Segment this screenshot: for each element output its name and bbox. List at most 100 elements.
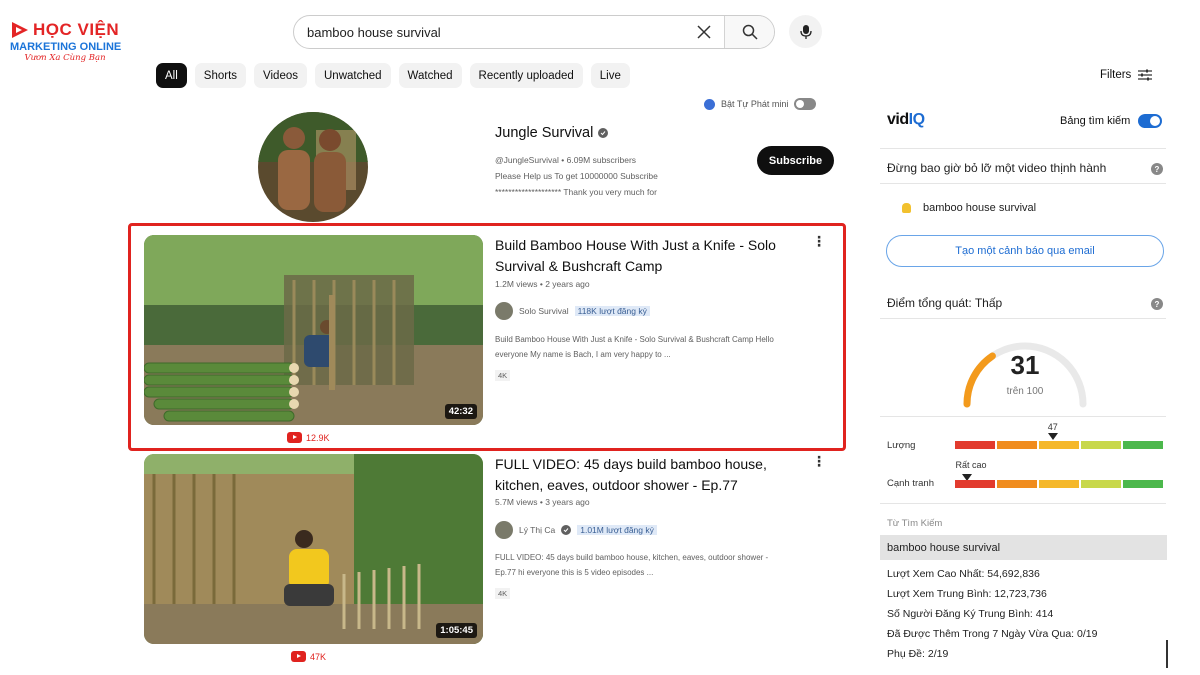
logo-line2: MARKETING ONLINE [10,41,122,53]
toggle-switch[interactable] [1138,114,1163,128]
chip-live[interactable]: Live [590,63,630,88]
overall-score-value: 31 [1010,350,1040,380]
stat-subtitles: Phụ Đề: 2/19 [887,648,949,660]
safe-mode-row: Bật Tự Phát mini [704,98,817,110]
channel-avatar[interactable] [258,112,368,222]
bell-icon [902,203,911,213]
video-desc-2-line1: FULL VIDEO: 45 days build bamboo house, … [495,553,769,562]
vidiq-search-panel-toggle[interactable]: Bảng tìm kiếm [1060,114,1163,128]
video-channel-subs-2: 1.01M lượt đăng ký [577,525,657,535]
chip-videos[interactable]: Videos [254,63,307,88]
stat-max-views: Lượt Xem Cao Nhất: 54,692,836 [887,568,1040,580]
volume-value-label: 47 [1047,422,1058,432]
bar-segment [1123,441,1163,449]
bar-segment [997,480,1037,488]
video-meta-2: 5.7M views • 3 years ago [495,497,590,507]
chip-shorts[interactable]: Shorts [194,63,247,88]
microphone-icon [799,24,812,39]
vidiq-logo-b: IQ [908,111,925,128]
vidiq-logo-a: vid [887,111,909,128]
chip-recently-uploaded[interactable]: Recently uploaded [469,63,583,88]
thumbnail-image-bamboo-house [144,454,483,644]
channel-desc-line2: ******************** Thank you very much… [495,187,657,197]
bar-segment [997,441,1037,449]
close-icon [697,25,711,39]
logo-tagline: Vươn Xa Cùng Bạn [24,53,106,63]
score-gauge-fill [963,352,996,408]
help-icon[interactable]: ? [1151,163,1163,175]
bar-segment [955,480,995,488]
voice-search-button[interactable] [789,15,822,48]
bar-segment [1123,480,1163,488]
bar-segment [955,441,995,449]
stat-added-7-days: Đã Được Thêm Trong 7 Ngày Vừa Qua: 0/19 [887,628,1098,640]
overall-score-title: Điểm tổng quát: Thấp [887,296,1003,310]
subscribe-button[interactable]: Subscribe [757,146,834,175]
verified-check-icon [598,128,609,138]
search-button[interactable] [724,16,774,48]
video-thumbnail-2[interactable]: 1:05:45 [144,454,483,644]
video-channel-2[interactable]: Lý Thị Ca 1.01M lượt đăng ký [495,521,657,539]
help-icon[interactable]: ? [1151,298,1163,310]
channel-desc-line1: Please Help us To get 10000000 Subscribe [495,171,658,181]
highlight-frame [128,223,846,451]
panel-scrollbar[interactable] [1166,640,1168,668]
quality-badge-2: 4K [495,588,511,599]
competition-label: Cạnh tranh [887,478,935,489]
stat-avg-subs: Số Người Đăng Ký Trung Bình: 414 [887,608,1054,620]
filters-button[interactable]: Filters [1100,68,1153,82]
extension-dot-icon [704,98,715,110]
bar-segment [1081,480,1121,488]
divider [880,148,1166,149]
vidiq-logo: vidIQ [887,111,925,129]
trend-keyword-row: bamboo house survival [902,202,1036,214]
play-logo-icon [12,22,28,38]
overall-score-max: trên 100 [1006,386,1044,397]
channel-avatar-image [258,112,368,222]
safe-mode-toggle[interactable] [794,98,817,110]
channel-name[interactable]: Jungle Survival [495,125,609,141]
safe-mode-label: Bật Tự Phát mini [721,99,789,109]
vidiq-toggle-label: Bảng tìm kiếm [1060,115,1131,127]
yt-views-badge-2: 47K [291,651,326,662]
channel-avatar-small [495,521,513,539]
chip-watched[interactable]: Watched [398,63,462,88]
search-icon [742,24,758,40]
video-menu-button-2[interactable]: ⋮ [812,454,826,468]
channel-handle-subs: @JungleSurvival • 6.09M subscribers [495,155,637,165]
keyword-row[interactable]: bamboo house survival [880,535,1167,560]
divider [880,416,1166,417]
create-email-alert-button[interactable]: Tạo một cảnh báo qua email [886,235,1164,267]
channel-name-text: Jungle Survival [495,125,594,141]
volume-bar [955,441,1163,449]
trend-alert-title: Đừng bao giờ bỏ lỡ một video thịnh hành [887,161,1107,175]
search-box[interactable]: bamboo house survival [293,15,775,49]
video-channel-name-2: Lý Thị Ca [519,525,556,535]
video-title-2[interactable]: FULL VIDEO: 45 days build bamboo house, … [495,454,795,496]
youtube-icon [291,651,306,662]
chip-unwatched[interactable]: Unwatched [315,63,391,88]
divider [880,318,1166,319]
chip-all[interactable]: All [156,63,187,88]
clear-search-button[interactable] [684,16,724,48]
filter-sliders-icon [1138,69,1153,81]
filter-chip-bar: All Shorts Videos Unwatched Watched Rece… [156,63,630,88]
bar-segment [1081,441,1121,449]
competition-bar [955,480,1163,488]
bar-segment [1039,480,1079,488]
keyword-header: Từ Tìm Kiếm [887,518,943,529]
volume-marker [1047,433,1058,440]
trend-keyword: bamboo house survival [923,202,1037,214]
video-duration-2: 1:05:45 [436,623,477,638]
yt-views-count-2: 47K [310,651,327,662]
filters-label: Filters [1100,69,1132,81]
video-description-2: FULL VIDEO: 45 days build bamboo house, … [495,550,835,580]
bar-segment [1039,441,1079,449]
volume-label: Lượng [887,440,916,451]
competition-value-label: Rất cao [955,460,987,470]
stat-avg-views: Lượt Xem Trung Bình: 12,723,736 [887,588,1047,600]
divider [880,183,1166,184]
search-input[interactable]: bamboo house survival [294,25,684,40]
channel-meta: @JungleSurvival • 6.09M subscribers Plea… [495,152,735,200]
brand-logo: HỌC VIỆN MARKETING ONLINE Vươn Xa Cùng B… [10,20,130,63]
